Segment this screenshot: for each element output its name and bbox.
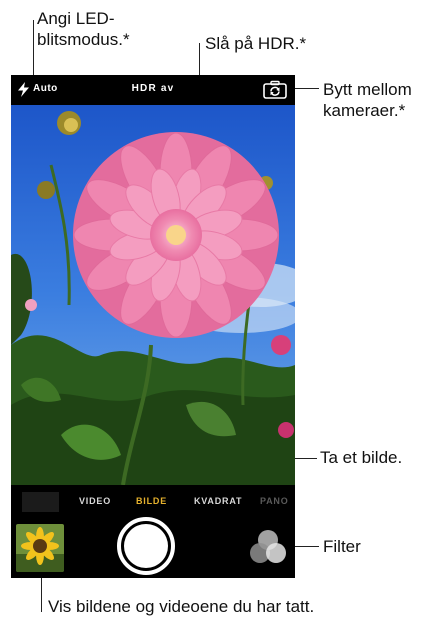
- hdr-toggle-button[interactable]: HDR av: [11, 83, 295, 94]
- callout-view-media: Vis bildene og videoene du har tatt.: [48, 597, 315, 616]
- callout-switch-camera: Bytt mellom kameraer.*: [323, 79, 412, 121]
- camera-switch-icon: [263, 80, 287, 99]
- camera-top-bar: Auto HDR av: [11, 75, 295, 105]
- filter-icon: [250, 530, 286, 563]
- mode-photo[interactable]: BILDE: [136, 496, 167, 506]
- dahlia-photo: [11, 105, 295, 485]
- camera-screen: Auto HDR av VIDEO BILDE KVADRAT PANO: [11, 75, 295, 578]
- shutter-button-inner: [124, 524, 168, 568]
- camera-bottom-bar: [11, 517, 295, 578]
- mode-video[interactable]: VIDEO: [79, 496, 111, 506]
- camera-switch-button[interactable]: [263, 80, 287, 99]
- callout-flash-line2: blitsmodus.*: [37, 30, 130, 49]
- camera-viewfinder[interactable]: [11, 105, 295, 485]
- callout-flash-line1: Angi LED-: [37, 9, 115, 28]
- shutter-button[interactable]: [117, 517, 175, 575]
- camera-mode-selector: VIDEO BILDE KVADRAT PANO: [11, 485, 295, 517]
- callout-flash: Angi LED- blitsmodus.*: [37, 8, 130, 50]
- mode-square[interactable]: KVADRAT: [194, 496, 242, 506]
- callout-switch-line1: Bytt mellom: [323, 80, 412, 99]
- mode-pano[interactable]: PANO: [260, 496, 289, 506]
- callout-switch-line2: kameraer.*: [323, 101, 406, 120]
- callout-take-photo: Ta et bilde.: [320, 448, 403, 467]
- last-photo-thumbnail[interactable]: [16, 524, 64, 572]
- callout-hdr: Slå på HDR.*: [205, 34, 307, 53]
- sunflower-thumbnail-image: [16, 524, 64, 572]
- mode-strip-placeholder: [22, 492, 59, 512]
- filter-button[interactable]: [248, 529, 288, 569]
- callout-filter: Filter: [323, 537, 361, 556]
